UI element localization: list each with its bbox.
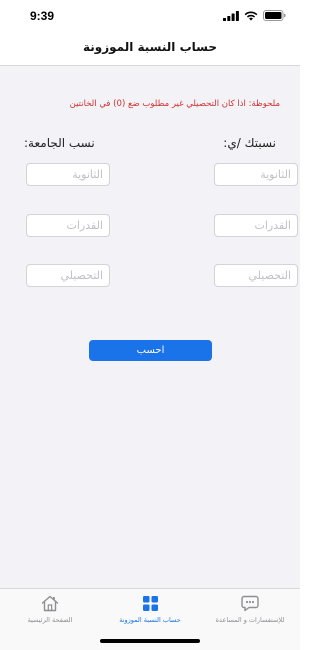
tab-help-label: للإستفسارات و المساعدة [215,616,285,624]
nav-bar: حساب النسبة الموزونة [0,32,300,66]
home-indicator [100,639,200,643]
main-content: ملحوظة: اذا كان التحصيلي غير مطلوب ضع (0… [0,66,300,588]
university-percentages-title: نسب الجامعة: [24,136,95,150]
page-title: حساب النسبة الموزونة [82,40,218,54]
your-percentages-title: نسبتك /ي: [223,136,276,150]
home-icon [41,595,59,612]
tab-weighted-calc-label: حساب النسبة الموزونة [119,616,181,624]
tab-bar: للإستفسارات و المساعدة حساب النسبة الموز… [0,588,300,650]
calculate-button[interactable]: احسب [89,340,212,361]
your-aptitude-input[interactable] [214,214,298,237]
battery-icon [263,10,286,21]
grid-icon [142,596,158,611]
wifi-icon [244,11,258,21]
your-achievement-input[interactable] [214,264,298,287]
status-icons [223,10,286,21]
tab-weighted-calc[interactable]: حساب النسبة الموزونة [100,595,200,624]
status-bar: 9:39 [0,0,300,32]
tab-home-label: الصفحة الرئيسية [27,616,73,624]
note-text: ملحوظة: اذا كان التحصيلي غير مطلوب ضع (0… [69,99,280,109]
tab-help[interactable]: للإستفسارات و المساعدة [200,595,300,624]
status-time: 9:39 [30,9,55,23]
signal-icon [223,10,239,21]
tab-home[interactable]: الصفحة الرئيسية [0,595,100,624]
your-secondary-input[interactable] [214,163,298,186]
university-achievement-input[interactable] [26,264,110,287]
chat-icon [241,595,259,612]
university-aptitude-input[interactable] [26,214,110,237]
university-secondary-input[interactable] [26,163,110,186]
